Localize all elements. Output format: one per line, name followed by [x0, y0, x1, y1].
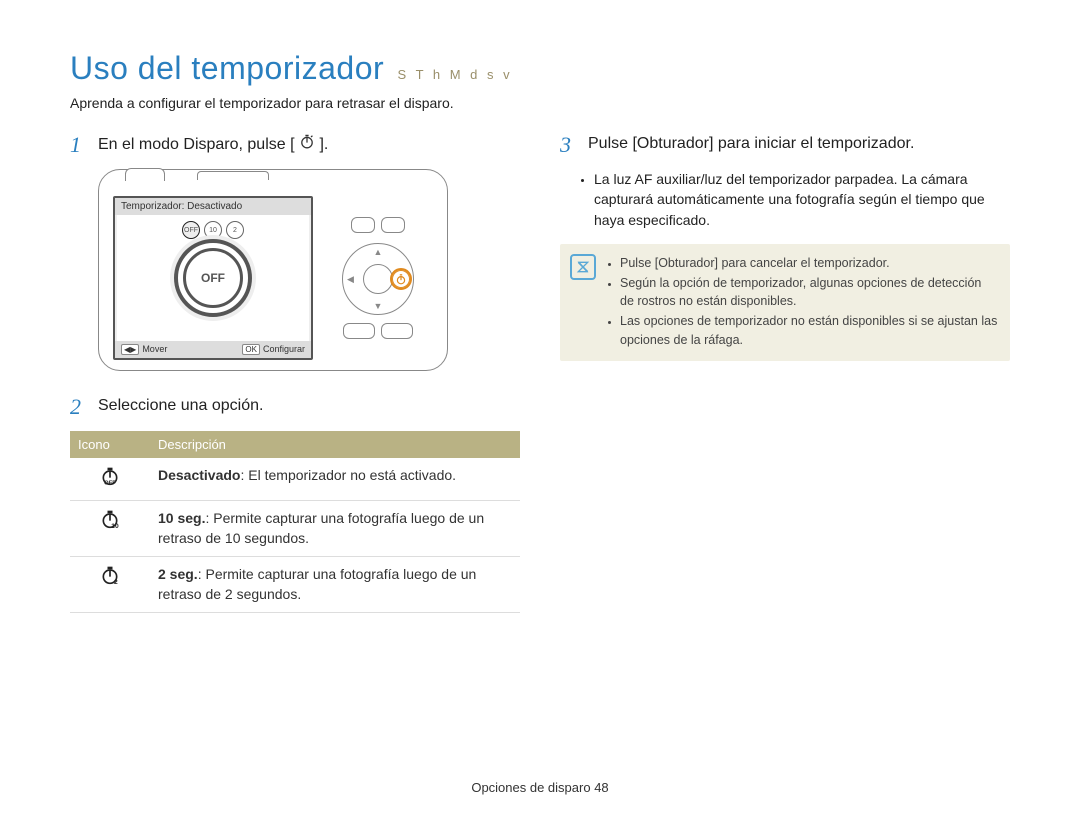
opt-label: 2 seg.: [158, 566, 198, 582]
screen-body: OFF 10 2 OFF: [115, 215, 311, 340]
camera-screen: Temporizador: Desactivado OFF 10 2 OFF: [113, 196, 313, 360]
mini-timer-2-icon: 2: [226, 221, 244, 239]
screen-footer: ◀▶ Mover OK Conﬁgurar: [115, 341, 311, 359]
opt-label: Desactivado: [158, 467, 240, 483]
small-button-2: [381, 217, 405, 233]
step-number: 3: [560, 133, 578, 157]
cell-desc: 2 seg.: Permite capturar una fotografía …: [150, 557, 520, 613]
step-text: En el modo Disparo, pulse [ ].: [98, 133, 328, 157]
step1-text-b: ].: [319, 136, 328, 153]
note-item: Según la opción de temporizador, algunas…: [620, 274, 998, 310]
mini-timer-off-icon: OFF: [182, 221, 200, 239]
step-3: 3 Pulse [Obturador] para iniciar el temp…: [560, 133, 1010, 157]
camera-controls: ▲ ▼ ◀: [323, 196, 433, 360]
manual-page: Uso del temporizador S T h M d s v Apren…: [0, 0, 1080, 815]
step1-text-a: En el modo Disparo, pulse [: [98, 136, 295, 153]
cell-icon: OFF: [70, 458, 150, 500]
bottom-buttons: [343, 323, 413, 339]
note-icon: [570, 254, 596, 280]
dpad-ok: [363, 264, 393, 294]
table-row: 10 10 seg.: Permite capturar una fotogra…: [70, 500, 520, 556]
options-table: Icono Descripción OFF Desactivado: El te…: [70, 431, 520, 613]
page-title: Uso del temporizador S T h M d s v: [70, 50, 1010, 87]
right-column: 3 Pulse [Obturador] para iniciar el temp…: [560, 133, 1010, 613]
timer-icon: [299, 133, 315, 155]
cell-desc: 10 seg.: Permite capturar una fotografía…: [150, 500, 520, 556]
camera-shutter-bump: [197, 171, 269, 180]
dpad-right-timer-icon: [390, 268, 412, 290]
step-text: Pulse [Obturador] para iniciar el tempor…: [588, 133, 914, 157]
screen-off-label: OFF: [201, 271, 225, 285]
note-box: Pulse [Obturador] para cancelar el tempo…: [560, 244, 1010, 361]
cell-icon: 2: [70, 557, 150, 613]
small-button-3: [343, 323, 375, 339]
footer-page: 48: [594, 780, 608, 795]
table-row: 2 2 seg.: Permite capturar una fotografí…: [70, 557, 520, 613]
timer-option-row: OFF 10 2: [115, 221, 311, 239]
table-row: OFF Desactivado: El temporizador no está…: [70, 458, 520, 500]
timer-10s-icon: 10: [100, 509, 120, 529]
hint-set: OK Conﬁgurar: [242, 344, 305, 356]
note-item: Las opciones de temporizador no están di…: [620, 312, 998, 348]
screen-timer-off-icon: OFF: [174, 239, 252, 317]
hint-move-label: Mover: [142, 344, 167, 354]
step-number: 2: [70, 395, 88, 419]
opt-desc: : Permite capturar una fotografía luego …: [158, 510, 484, 546]
svg-text:10: 10: [111, 523, 119, 529]
cell-desc: Desactivado: El temporizador no está act…: [150, 458, 520, 500]
table-header-row: Icono Descripción: [70, 431, 520, 458]
ok-key-icon: OK: [242, 344, 260, 356]
step-1: 1 En el modo Disparo, pulse [ ].: [70, 133, 520, 157]
top-buttons: [351, 217, 405, 233]
mode-icons-label: S T h M d s v: [398, 67, 513, 82]
camera-illustration: Temporizador: Desactivado OFF 10 2 OFF: [70, 169, 520, 371]
dpad: ▲ ▼ ◀: [342, 243, 414, 315]
timer-2s-icon: 2: [100, 565, 120, 585]
timer-off-icon: OFF: [100, 466, 120, 486]
dpad-left-icon: ◀: [347, 274, 354, 285]
camera-bump: [125, 168, 165, 181]
hint-set-label: Conﬁgurar: [263, 344, 305, 354]
camera-top: [107, 176, 439, 190]
opt-desc: : Permite capturar una fotografía luego …: [158, 566, 476, 602]
note-list: Pulse [Obturador] para cancelar el tempo…: [604, 254, 998, 349]
opt-label: 10 seg.: [158, 510, 205, 526]
dpad-up-icon: ▲: [374, 247, 383, 257]
content-columns: 1 En el modo Disparo, pulse [ ].: [70, 133, 1010, 613]
intro-text: Aprenda a conﬁgurar el temporizador para…: [70, 95, 1010, 111]
camera-body: Temporizador: Desactivado OFF 10 2 OFF: [98, 169, 448, 371]
screen-title: Temporizador: Desactivado: [115, 198, 311, 215]
opt-desc: : El temporizador no está activado.: [240, 467, 456, 483]
step3-bullets: La luz AF auxiliar/luz del temporizador …: [560, 169, 1010, 230]
dpad-down-icon: ▼: [374, 301, 383, 311]
footer-section: Opciones de disparo: [471, 780, 590, 795]
page-footer: Opciones de disparo 48: [0, 780, 1080, 795]
svg-text:OFF: OFF: [104, 481, 116, 487]
step-2: 2 Seleccione una opción.: [70, 395, 520, 419]
th-icon: Icono: [70, 431, 150, 458]
svg-text:2: 2: [114, 579, 118, 585]
camera-inner: Temporizador: Desactivado OFF 10 2 OFF: [113, 196, 433, 360]
cell-icon: 10: [70, 500, 150, 556]
arrow-icon: ◀▶: [121, 344, 139, 356]
mini-timer-10-icon: 10: [204, 221, 222, 239]
bullet-item: La luz AF auxiliar/luz del temporizador …: [594, 169, 1010, 230]
hint-move: ◀▶ Mover: [121, 344, 167, 356]
left-column: 1 En el modo Disparo, pulse [ ].: [70, 133, 520, 613]
step-number: 1: [70, 133, 88, 157]
step-text: Seleccione una opción.: [98, 395, 263, 419]
th-desc: Descripción: [150, 431, 520, 458]
small-button-1: [351, 217, 375, 233]
page-title-text: Uso del temporizador: [70, 50, 384, 86]
small-button-4: [381, 323, 413, 339]
note-item: Pulse [Obturador] para cancelar el tempo…: [620, 254, 998, 272]
